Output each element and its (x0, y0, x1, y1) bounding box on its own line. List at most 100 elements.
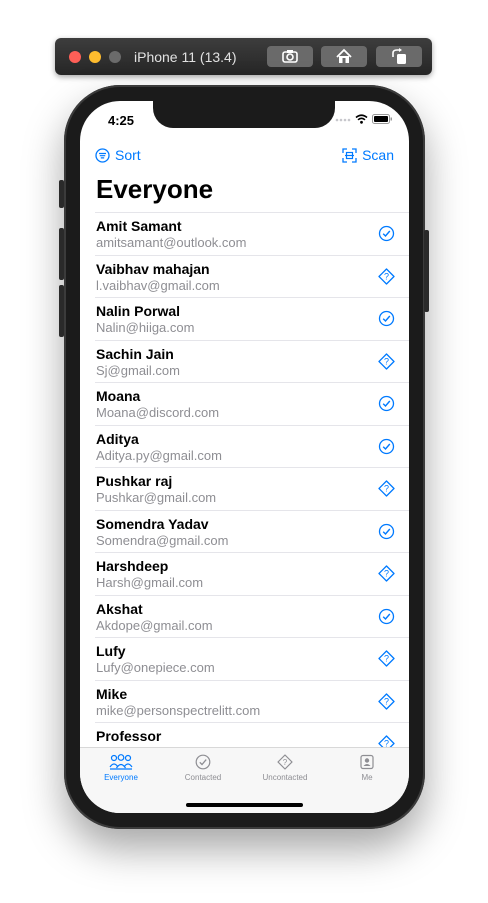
contact-row[interactable]: Nalin Porwal Nalin@hiiga.com (95, 297, 409, 340)
svg-text:?: ? (384, 356, 389, 366)
contact-name: Amit Samant (96, 218, 182, 234)
minimize-window-button[interactable] (89, 51, 101, 63)
svg-text:?: ? (384, 484, 389, 494)
questionmark-diamond-icon[interactable]: ? (378, 267, 395, 285)
sort-icon (95, 147, 110, 163)
questionmark-diamond-icon[interactable]: ? (378, 692, 395, 710)
power-button (424, 230, 429, 312)
contact-email: mike@personspectrelitt.com (96, 702, 261, 718)
checkmark-circle-icon[interactable] (378, 523, 395, 540)
contact-email: Lufy@onepiece.com (96, 660, 215, 675)
contact-name: Professor (96, 728, 162, 744)
scan-icon (342, 147, 357, 163)
screenshot-icon (282, 50, 298, 63)
contact-row[interactable]: Vaibhav mahajan l.vaibhav@gmail.com? (95, 254, 409, 298)
tab-contacted-label: Contacted (184, 773, 222, 782)
wifi-icon (355, 114, 368, 124)
contact-name: Akshat (96, 600, 143, 617)
contact-email: Moana@discord.com (96, 405, 220, 420)
screenshot-button[interactable] (267, 46, 313, 67)
questionmark-diamond-icon[interactable]: ? (378, 650, 395, 667)
checkmark-circle-icon (195, 754, 211, 770)
checkmark-circle-icon[interactable] (378, 438, 395, 455)
contact-list[interactable]: Amit Samant amitsamant@outlook.com Vaibhav… (80, 212, 409, 747)
checkmark-circle-icon[interactable] (378, 395, 395, 412)
mute-switch (59, 180, 64, 208)
contact-email: Sj@gmail.com (96, 362, 180, 378)
contact-email: Aditya.py@gmail.com (96, 447, 222, 463)
page-title: Everyone (96, 174, 214, 204)
volume-down-button (59, 285, 64, 337)
contact-name: Sachin Jain (96, 345, 174, 362)
contact-row[interactable]: Pushkar raj Pushkar@gmail.com? (95, 467, 409, 510)
contact-row[interactable]: Sachin Jain Sj@gmail.com? (95, 339, 409, 383)
svg-text:?: ? (384, 739, 389, 747)
contact-name: Aditya (96, 430, 139, 447)
contact-name: Harshdeep (96, 558, 169, 574)
svg-text:?: ? (384, 271, 389, 281)
svg-text:?: ? (384, 569, 389, 579)
rotate-button[interactable] (376, 46, 422, 67)
checkmark-circle-icon[interactable] (378, 225, 395, 242)
scan-label: Scan (362, 147, 394, 163)
simulator-toolbar: iPhone 11 (13.4) (55, 38, 432, 75)
sort-button[interactable]: Sort (95, 147, 141, 163)
zoom-window-button[interactable] (109, 51, 121, 63)
tab-contacted[interactable]: Contacted (162, 754, 244, 782)
home-indicator[interactable] (186, 803, 303, 807)
checkmark-circle-icon[interactable] (378, 310, 395, 327)
status-icons (335, 114, 393, 124)
signal-icon (335, 118, 351, 122)
close-window-button[interactable] (69, 51, 81, 63)
questionmark-diamond-icon[interactable]: ? (378, 352, 395, 370)
person-square-icon (360, 754, 374, 770)
contact-row[interactable]: Aditya Aditya.py@gmail.com (95, 424, 409, 468)
contact-name: Vaibhav mahajan (96, 260, 210, 277)
tab-me-label: Me (361, 773, 373, 782)
contact-email: Akdope@gmail.com (96, 617, 213, 633)
questionmark-diamond-icon[interactable]: ? (378, 480, 395, 497)
contact-name: Lufy (96, 643, 126, 659)
rotate-icon (392, 48, 406, 64)
contact-email: Nalin@hiiga.com (96, 320, 195, 335)
tab-everyone[interactable]: Everyone (80, 754, 162, 782)
contact-email: Harsh@gmail.com (96, 575, 204, 590)
contact-row[interactable]: Moana Moana@discord.com (95, 382, 409, 425)
svg-text:?: ? (384, 696, 389, 706)
contact-row[interactable]: Somendra Yadav Somendra@gmail.com (95, 509, 409, 553)
contact-row[interactable]: Mike mike@personspectrelitt.com? (95, 679, 409, 723)
home-icon (336, 48, 352, 63)
contact-email: amitsamant@outlook.com (96, 235, 247, 250)
volume-up-button (59, 228, 64, 280)
battery-icon (372, 114, 392, 124)
contact-email: Pushkar@gmail.com (96, 490, 217, 505)
questionmark-diamond-icon[interactable]: ? (378, 565, 395, 582)
questionmark-diamond-icon[interactable]: ? (378, 735, 395, 747)
contact-name: Nalin Porwal (96, 303, 181, 319)
tab-everyone-label: Everyone (104, 773, 138, 782)
navigation-bar: Sort Scan (80, 143, 409, 169)
questionmark-diamond-icon: ? (277, 754, 293, 770)
checkmark-circle-icon[interactable] (378, 608, 395, 625)
simulator-title: iPhone 11 (13.4) (134, 49, 237, 65)
contact-email: l.vaibhav@gmail.com (96, 277, 220, 293)
contact-name: Moana (96, 388, 141, 404)
app-screen: 4:25 Sort Scan Everyone Amit Samant amit… (80, 101, 409, 813)
contact-name: Mike (96, 685, 128, 702)
contact-row[interactable]: Lufy Lufy@onepiece.com? (95, 637, 409, 680)
contact-row[interactable]: Professor? (95, 722, 409, 747)
sort-label: Sort (115, 147, 141, 163)
tab-uncontacted[interactable]: ? Uncontacted (244, 754, 326, 782)
notch (153, 101, 335, 128)
contact-row[interactable]: Akshat Akdope@gmail.com (95, 594, 409, 638)
scan-button[interactable]: Scan (342, 147, 394, 163)
status-time: 4:25 (108, 113, 135, 128)
home-button[interactable] (321, 46, 367, 67)
tab-uncontacted-label: Uncontacted (262, 773, 308, 782)
contact-row[interactable]: Harshdeep Harsh@gmail.com? (95, 552, 409, 595)
contact-email: Somendra@gmail.com (96, 532, 229, 548)
svg-text:?: ? (384, 654, 389, 664)
tab-me[interactable]: Me (326, 754, 408, 782)
contact-row[interactable]: Amit Samant amitsamant@outlook.com (95, 212, 409, 255)
people-icon (109, 754, 133, 770)
